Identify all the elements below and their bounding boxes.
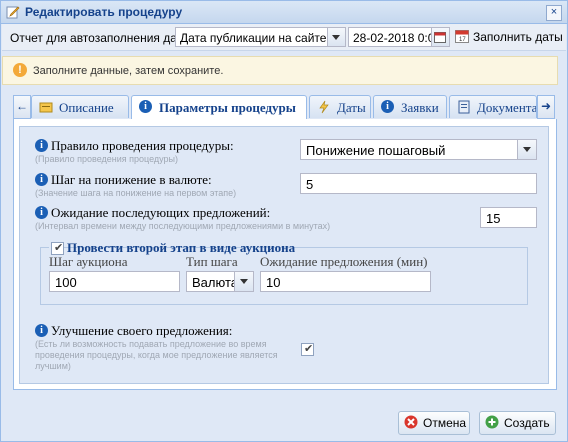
tab-scroll-left[interactable]: ←: [13, 95, 31, 119]
create-label: Создать: [504, 416, 550, 430]
auction-step-label: Шаг аукциона: [49, 254, 128, 269]
notice-bar: ! Заполните данные, затем сохраните.: [2, 56, 558, 85]
wait-label: Ожидание последующих предложений:: [51, 205, 271, 220]
rule-select-trigger[interactable]: [517, 140, 536, 159]
date-field[interactable]: 28-02-2018 0:00: [348, 27, 450, 47]
improve-label: Улучшение своего предложения:: [51, 323, 233, 338]
wait-input-value: 15: [486, 211, 501, 226]
second-stage-fieldset: ✔ Провести второй этап в виде аукциона Ш…: [40, 240, 528, 305]
rule-label: Правило проведения процедуры:: [51, 138, 234, 153]
lightning-icon: [319, 100, 329, 114]
window-title: Редактировать процедуру: [25, 5, 183, 19]
date-picker-trigger[interactable]: [431, 28, 449, 46]
report-select[interactable]: Дата публикации на сайте: [175, 27, 346, 47]
dialog-footer: Отмена Создать: [2, 403, 566, 441]
improve-hint-line2: проведения процедуры, когда мое предложе…: [35, 350, 278, 360]
warning-icon: !: [13, 63, 27, 77]
close-button[interactable]: ×: [546, 5, 562, 21]
arrow-right-icon: ➜: [540, 99, 552, 113]
rule-select[interactable]: Понижение пошаговый: [300, 139, 537, 160]
tab-dates[interactable]: Даты: [309, 95, 371, 118]
tab-scroll-right[interactable]: ➜: [537, 95, 555, 119]
toolbar: Отчет для автозаполнения дат: Дата публи…: [2, 24, 566, 51]
arrow-left-icon: ←: [16, 99, 28, 113]
svg-text:17: 17: [459, 37, 466, 43]
auction-wait-label: Ожидание предложения (мин): [260, 254, 428, 269]
tab-applications-label: Заявки: [401, 100, 439, 115]
step-type-value: Валюта: [192, 275, 238, 290]
cancel-icon: [404, 415, 418, 429]
close-icon: ×: [550, 6, 558, 18]
info-icon: i: [139, 100, 152, 113]
improve-hint-line3: лучшим): [35, 361, 71, 371]
wait-input[interactable]: 15: [480, 207, 537, 228]
auction-wait-value: 10: [266, 275, 281, 290]
improve-checkbox[interactable]: ✔: [301, 343, 314, 356]
checkmark-icon: ✔: [54, 242, 64, 254]
info-icon: i: [35, 324, 48, 337]
tab-description-label: Описание: [59, 100, 114, 115]
chevron-down-icon: [240, 279, 248, 284]
auction-step-value: 100: [55, 275, 77, 290]
tab-applications[interactable]: i Заявки: [373, 95, 447, 118]
step-hint: (Значение шага на понижение на первом эт…: [35, 188, 237, 198]
cancel-button[interactable]: Отмена: [398, 411, 470, 435]
report-select-value: Дата публикации на сайте: [180, 31, 327, 45]
edit-procedure-window: Редактировать процедуру × Отчет для авто…: [0, 0, 568, 442]
window-titlebar[interactable]: Редактировать процедуру ×: [1, 1, 567, 24]
rule-select-value: Понижение пошаговый: [306, 143, 446, 158]
step-input[interactable]: 5: [300, 173, 537, 194]
document-icon: [458, 100, 470, 114]
autofill-label: Отчет для автозаполнения дат:: [10, 31, 186, 45]
report-select-trigger[interactable]: [327, 28, 345, 46]
step-label: Шаг на понижение в валюте:: [51, 172, 212, 187]
calendar-icon: 17: [455, 30, 469, 43]
auction-step-input[interactable]: 100: [49, 271, 180, 292]
description-icon: [39, 102, 53, 113]
tab-procedure-params-label: Параметры процедуры: [159, 100, 296, 115]
chevron-down-icon: [523, 147, 531, 152]
edit-icon: [6, 6, 20, 19]
notice-text: Заполните данные, затем сохраните.: [33, 65, 224, 77]
fill-dates-label: Заполнить даты: [473, 30, 563, 44]
info-icon: i: [35, 173, 48, 186]
info-icon: i: [35, 206, 48, 219]
chevron-down-icon: [332, 35, 340, 40]
step-type-label: Тип шага: [186, 254, 238, 269]
tab-panel: ← Описание i Параметры процедуры Даты i …: [13, 93, 557, 395]
info-icon: i: [35, 139, 48, 152]
step-type-select[interactable]: Валюта: [186, 271, 254, 292]
info-icon: i: [381, 100, 394, 113]
wait-hint: (Интервал времени между последующими пре…: [35, 221, 331, 231]
tab-dates-label: Даты: [337, 100, 366, 115]
step-input-value: 5: [306, 177, 314, 192]
checkmark-icon: ✔: [304, 343, 314, 355]
calendar-icon: [434, 32, 446, 43]
auction-wait-input[interactable]: 10: [260, 271, 431, 292]
date-field-value: 28-02-2018 0:00: [353, 31, 433, 45]
tab-body: i Правило проведения процедуры: (Правило…: [13, 119, 557, 390]
rule-hint: (Правило проведения процедуры): [35, 154, 179, 164]
params-form: i Правило проведения процедуры: (Правило…: [19, 126, 549, 384]
create-button[interactable]: Создать: [479, 411, 556, 435]
add-icon: [485, 415, 499, 429]
tab-procedure-params[interactable]: i Параметры процедуры: [131, 95, 307, 120]
tab-description[interactable]: Описание: [31, 95, 129, 118]
tab-documents-label: Документа: [477, 100, 537, 115]
tab-strip: ← Описание i Параметры процедуры Даты i …: [13, 93, 557, 120]
step-type-trigger[interactable]: [234, 272, 253, 291]
cancel-label: Отмена: [423, 416, 467, 430]
improve-hint-line1: (Есть ли возможность подавать предложени…: [35, 339, 267, 349]
tab-documents[interactable]: Документа: [449, 95, 537, 118]
